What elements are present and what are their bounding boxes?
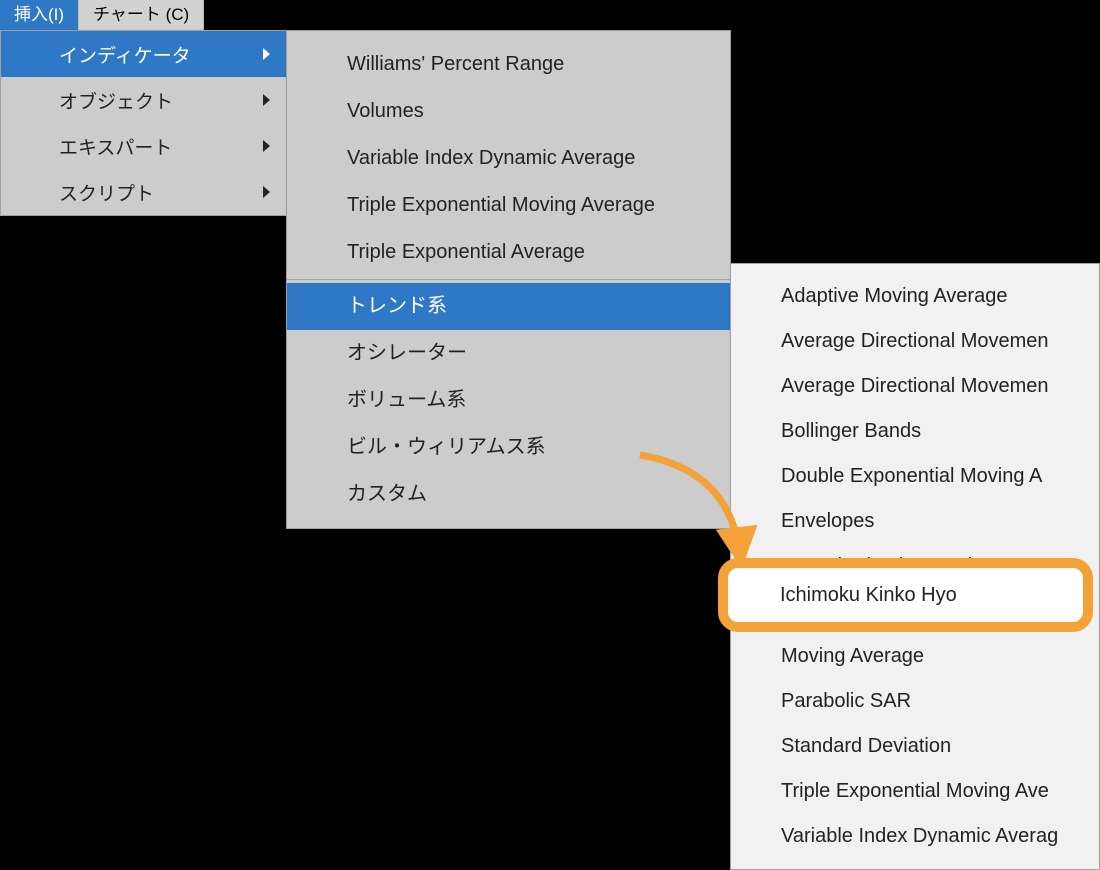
submenu-arrow-icon <box>263 48 270 60</box>
menu-item-trend[interactable]: トレンド系 <box>287 283 730 330</box>
menu-item-label: エキスパート <box>59 133 172 160</box>
menubar: 挿入(I) チャート (C) <box>0 0 1100 30</box>
menu-item-indicators[interactable]: インディケータ <box>1 31 286 77</box>
menu-item[interactable]: Fractal Adaptive Moving Aver <box>731 544 1099 589</box>
menu-item[interactable]: Envelopes <box>731 499 1099 544</box>
menu-item-trix[interactable]: Triple Exponential Average <box>287 229 730 276</box>
submenu-arrow-icon <box>263 94 270 106</box>
menu-item-oscillator[interactable]: オシレーター <box>287 330 730 377</box>
menu-item-billwilliams[interactable]: ビル・ウィリアムス系 <box>287 424 730 471</box>
menu-item-objects[interactable]: オブジェクト <box>1 77 286 123</box>
menu-item-label: インディケータ <box>59 41 191 68</box>
menu-item-volume-group[interactable]: ボリューム系 <box>287 377 730 424</box>
menu-item[interactable]: Triple Exponential Moving Ave <box>731 769 1099 814</box>
submenu-indicators: Williams' Percent Range Volumes Variable… <box>286 30 731 529</box>
menu-item-vidya[interactable]: Variable Index Dynamic Average <box>287 135 730 182</box>
menu-item-ichimoku[interactable]: Ichimoku Kinko Hyo <box>731 589 1099 634</box>
menu-item-label: オブジェクト <box>59 87 173 114</box>
menu-item[interactable]: Parabolic SAR <box>731 679 1099 724</box>
menu-item[interactable]: Variable Index Dynamic Averag <box>731 814 1099 859</box>
menu-item[interactable]: Moving Average <box>731 634 1099 679</box>
menu-item[interactable]: Average Directional Movemen <box>731 319 1099 364</box>
menu-item-label: スクリプト <box>59 179 154 206</box>
submenu-insert: インディケータ オブジェクト エキスパート スクリプト <box>0 30 287 216</box>
menubar-insert[interactable]: 挿入(I) <box>0 0 79 30</box>
submenu-arrow-icon <box>263 140 270 152</box>
menu-item-williams[interactable]: Williams' Percent Range <box>287 41 730 88</box>
menu-item[interactable]: Adaptive Moving Average <box>731 274 1099 319</box>
menu-separator <box>287 279 730 280</box>
menu-item[interactable]: Standard Deviation <box>731 724 1099 769</box>
menubar-chart[interactable]: チャート (C) <box>79 0 204 30</box>
menu-item[interactable]: Bollinger Bands <box>731 409 1099 454</box>
submenu-trend: Adaptive Moving Average Average Directio… <box>730 263 1100 870</box>
menu-item-custom[interactable]: カスタム <box>287 471 730 518</box>
menu-item-tema[interactable]: Triple Exponential Moving Average <box>287 182 730 229</box>
menu-item-script[interactable]: スクリプト <box>1 169 286 215</box>
menu-item-volumes[interactable]: Volumes <box>287 88 730 135</box>
menu-item[interactable]: Double Exponential Moving A <box>731 454 1099 499</box>
menu-item[interactable]: Average Directional Movemen <box>731 364 1099 409</box>
menu-item-expert[interactable]: エキスパート <box>1 123 286 169</box>
submenu-arrow-icon <box>263 186 270 198</box>
